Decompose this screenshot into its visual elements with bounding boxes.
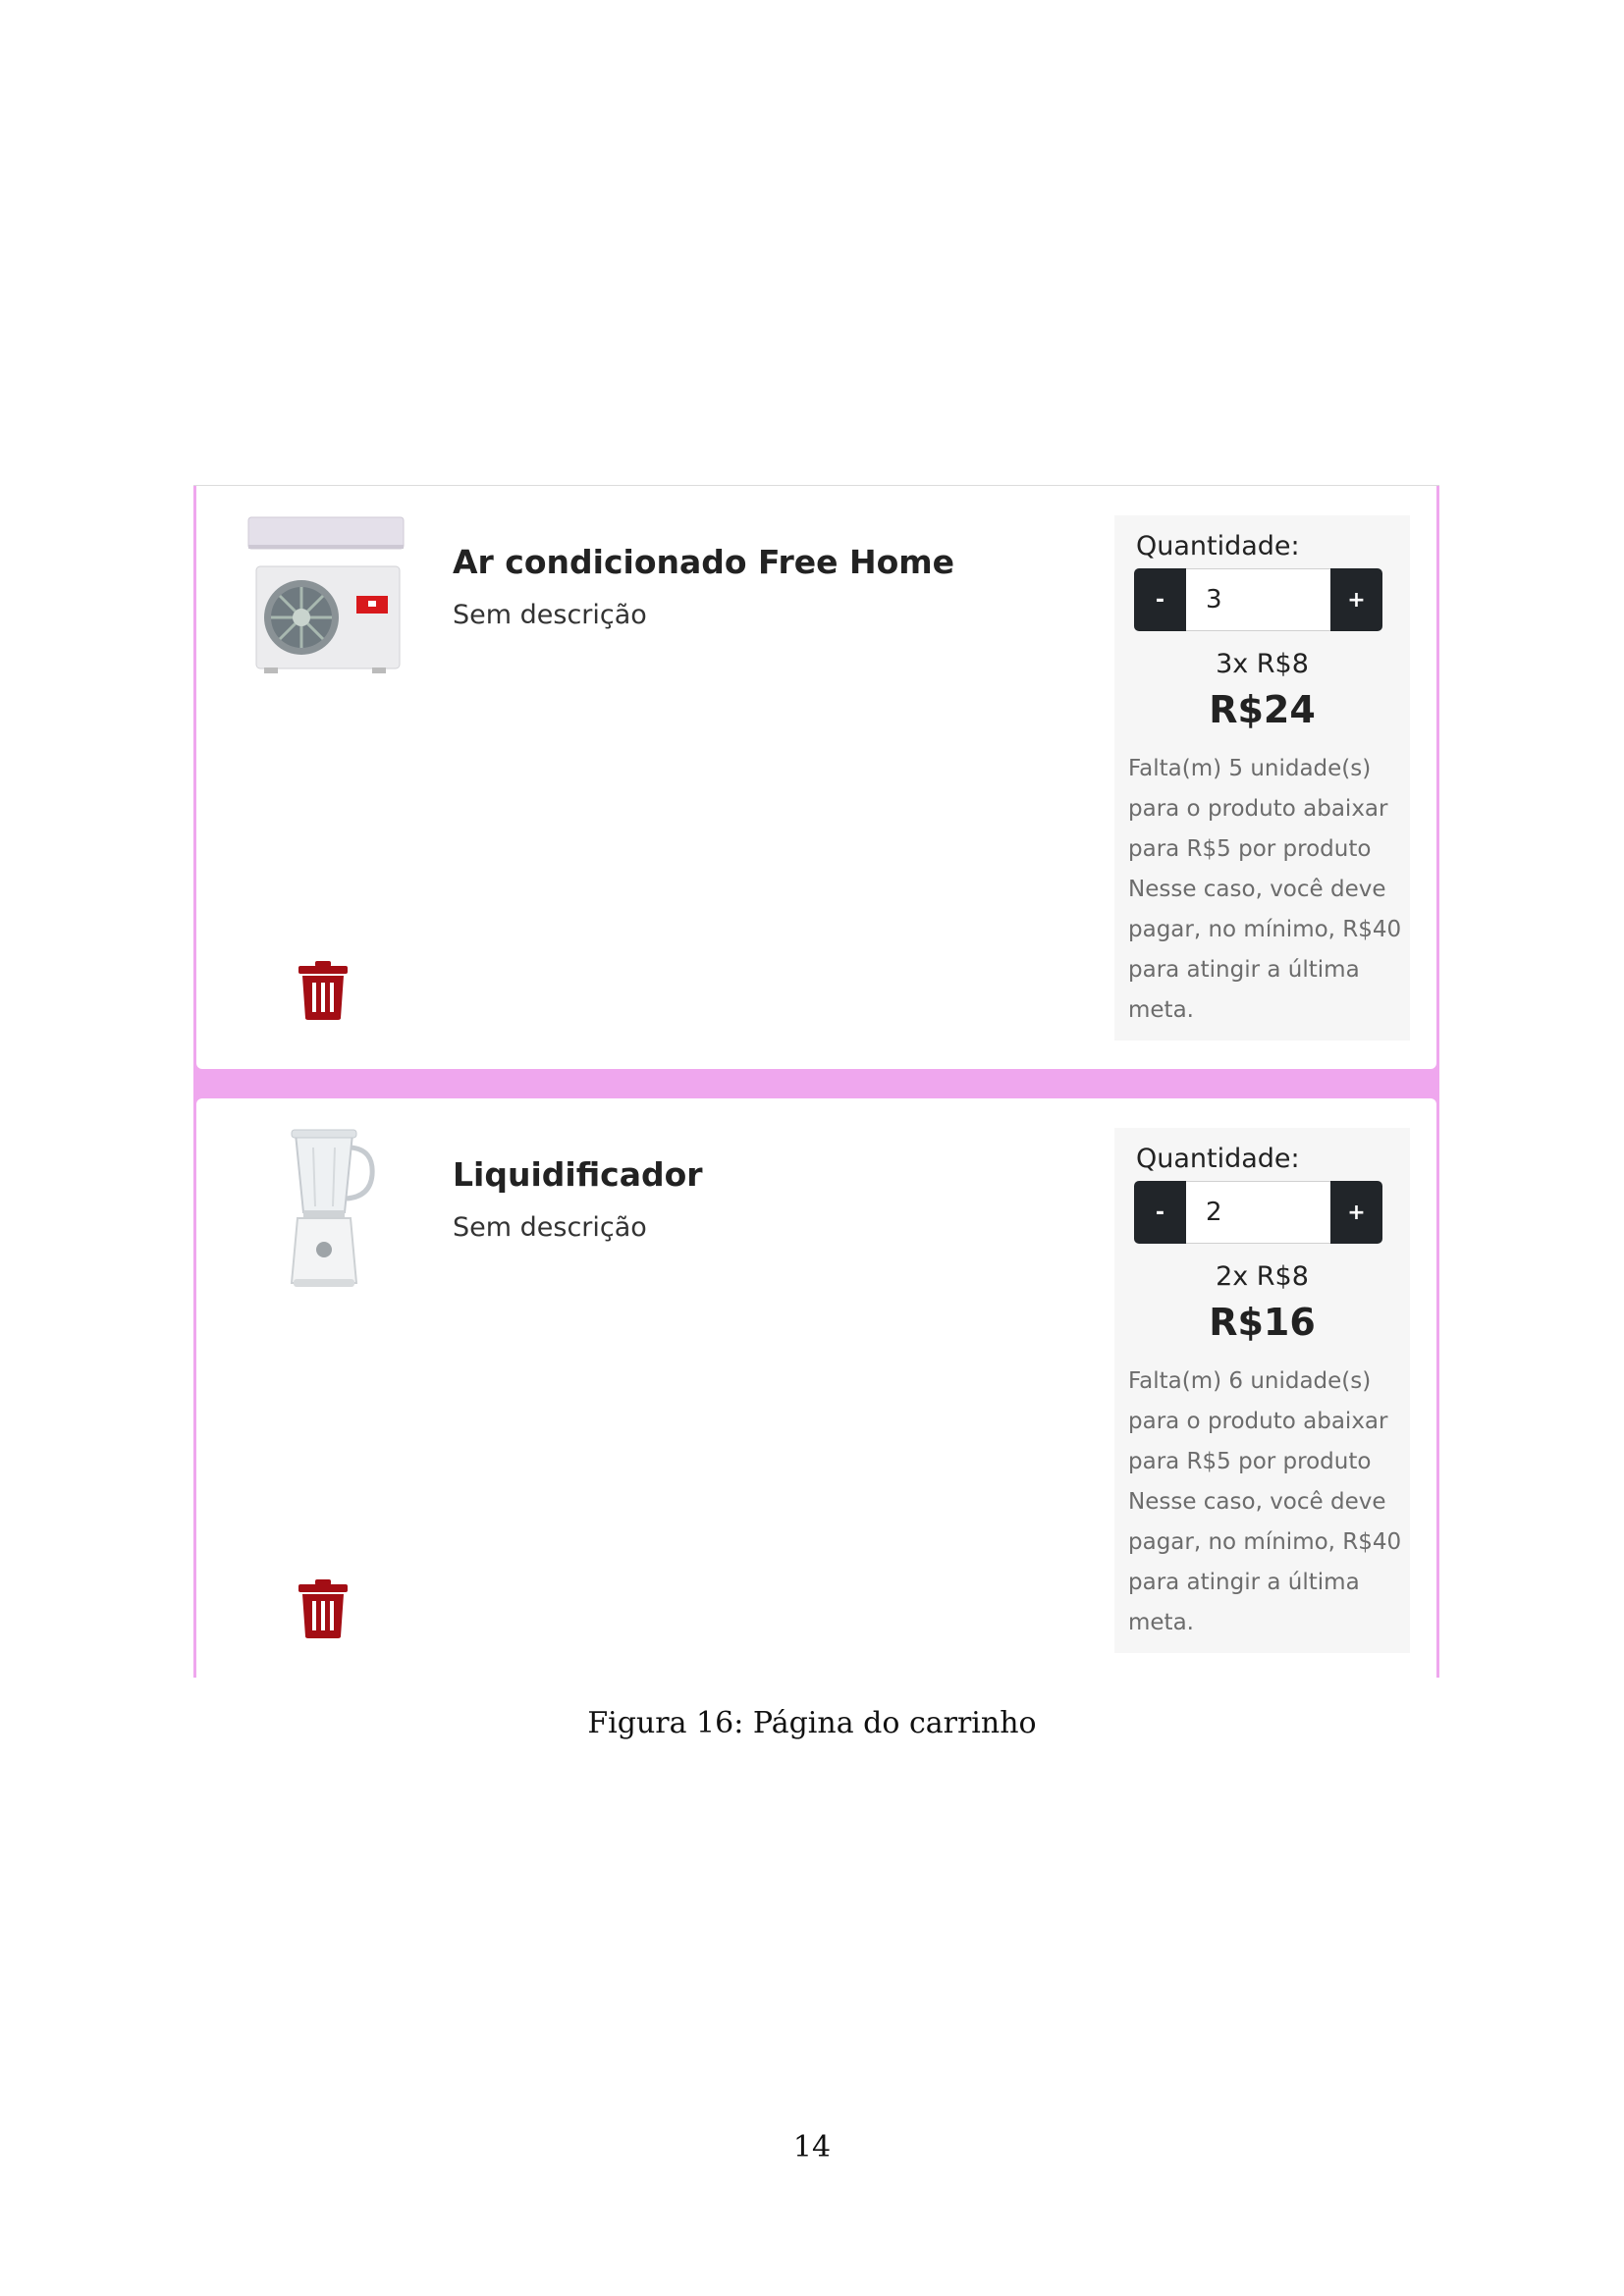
trash-icon[interactable] <box>298 961 348 1020</box>
quantity-summary-panel: Quantidade: - + 2x R$8 R$16 Falta(m) 6 u… <box>1114 1128 1410 1653</box>
discount-note-line: para atingir a última <box>1128 957 1360 983</box>
blender-image <box>290 1129 375 1287</box>
quantity-summary-panel: Quantidade: - + 3x R$8 R$24 Falta(m) 5 u… <box>1114 515 1410 1041</box>
quantity-input[interactable] <box>1186 568 1330 631</box>
product-description: Sem descrição <box>453 600 647 630</box>
discount-note-line: meta. <box>1128 997 1194 1023</box>
decrease-quantity-button[interactable]: - <box>1134 1181 1186 1244</box>
increase-quantity-button[interactable]: + <box>1330 568 1382 631</box>
discount-note-line: Falta(m) 6 unidade(s) <box>1128 1368 1372 1394</box>
discount-note: Falta(m) 6 unidade(s) para o produto aba… <box>1128 1362 1403 1643</box>
discount-note-line: para R$5 por produto <box>1128 836 1372 862</box>
cart-item-card: Liquidificador Sem descrição Quantidade:… <box>196 1098 1436 1678</box>
trash-icon[interactable] <box>298 1579 348 1638</box>
quantity-input[interactable] <box>1186 1181 1330 1244</box>
discount-note-line: para R$5 por produto <box>1128 1449 1372 1474</box>
discount-note-line: Falta(m) 5 unidade(s) <box>1128 756 1372 781</box>
product-title: Ar condicionado Free Home <box>453 543 955 581</box>
product-description: Sem descrição <box>453 1212 647 1243</box>
item-total: R$24 <box>1209 688 1316 731</box>
item-total: R$16 <box>1209 1301 1316 1344</box>
quantity-label: Quantidade: <box>1136 531 1300 561</box>
page-number: 14 <box>792 2130 832 2164</box>
product-title: Liquidificador <box>453 1155 703 1194</box>
discount-note-line: Nesse caso, você deve <box>1128 1489 1386 1515</box>
discount-note-line: pagar, no mínimo, R$40 <box>1128 1529 1402 1555</box>
unit-price-line: 2x R$8 <box>1216 1261 1309 1292</box>
discount-note-line: pagar, no mínimo, R$40 <box>1128 917 1402 942</box>
cart-page-screenshot: Ar condicionado Free Home Sem descrição … <box>193 485 1439 1678</box>
discount-note: Falta(m) 5 unidade(s) para o produto aba… <box>1128 749 1403 1031</box>
increase-quantity-button[interactable]: + <box>1330 1181 1382 1244</box>
figure-caption: Figura 16: Página do carrinho <box>587 1706 1037 1740</box>
discount-note-line: Nesse caso, você deve <box>1128 877 1386 902</box>
unit-price-line: 3x R$8 <box>1216 649 1309 679</box>
cart-item-card: Ar condicionado Free Home Sem descrição … <box>196 486 1436 1069</box>
discount-note-line: para o produto abaixar <box>1128 1409 1388 1434</box>
air-conditioner-image <box>247 516 405 673</box>
decrease-quantity-button[interactable]: - <box>1134 568 1186 631</box>
discount-note-line: para atingir a última <box>1128 1570 1360 1595</box>
discount-note-line: para o produto abaixar <box>1128 796 1388 822</box>
discount-note-line: meta. <box>1128 1610 1194 1635</box>
quantity-label: Quantidade: <box>1136 1144 1300 1174</box>
